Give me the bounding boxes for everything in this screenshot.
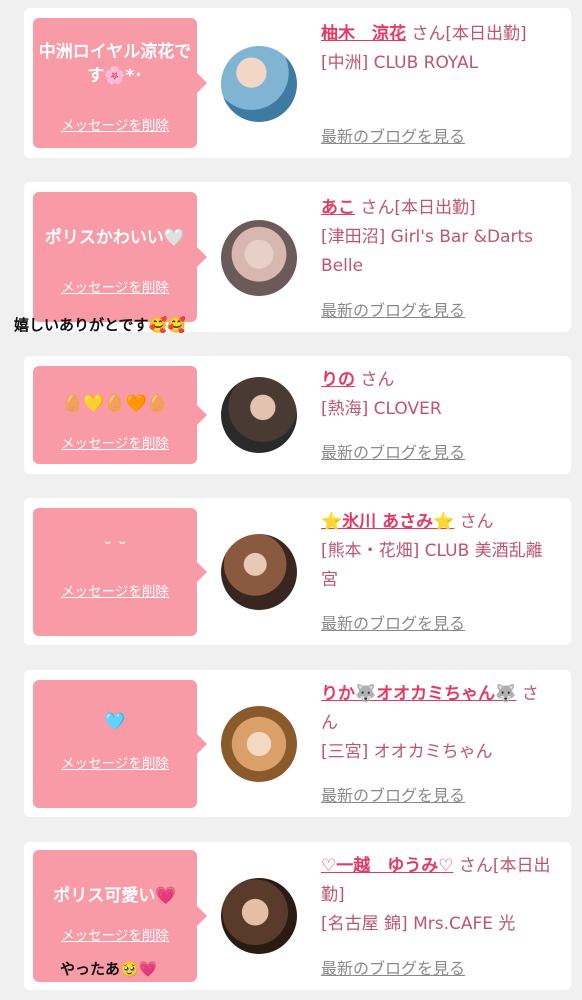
message-bubble: 中洲ロイヤル涼花です🌸*･ メッセージを削除 (33, 18, 207, 148)
delete-message-link[interactable]: メッセージを削除 (33, 114, 197, 134)
delete-message-link[interactable]: メッセージを削除 (33, 752, 197, 772)
message-text: ポリスかわいい🤍 (44, 228, 186, 248)
entry-info: 柚木 涼花 さん[本日出勤] [中洲] CLUB ROYAL (321, 20, 553, 78)
entry-info: りの さん [熱海] CLOVER (321, 366, 553, 424)
latest-blog-link[interactable]: 最新のブログを見る (321, 439, 465, 463)
shop-name: [熱海] CLOVER (321, 399, 442, 419)
delete-message-link[interactable]: メッセージを削除 (33, 276, 197, 296)
message-card: 🩵 メッセージを削除 りか🐺オオカミちゃん🐺 さん [三宮] オオカミちゃん 最… (24, 670, 571, 817)
honorific: さん (411, 24, 446, 44)
cast-name-link[interactable]: あこ (321, 198, 355, 218)
message-text: 🥚💛🥚🧡🥚 (62, 394, 168, 414)
delete-message-link[interactable]: メッセージを削除 (33, 432, 197, 452)
reply-text: やったあ🥹💗 (60, 960, 158, 978)
shop-name: [熊本・花畑] CLUB 美酒乱離宮 (321, 541, 543, 590)
reply-text: 嬉しいありがとです🥰🥰 (14, 316, 186, 334)
message-bubble: 🩵 メッセージを削除 (33, 680, 207, 808)
avatar[interactable] (221, 220, 297, 296)
avatar[interactable] (221, 46, 297, 122)
shop-name: [津田沼] Girl's Bar &Darts Belle (321, 227, 533, 276)
cast-name-link[interactable]: りの (321, 370, 355, 390)
honorific: さん (360, 198, 395, 218)
cast-name-link[interactable]: ⭐氷川 あさみ⭐ (321, 512, 454, 532)
avatar[interactable] (221, 878, 297, 954)
message-text: 中洲ロイヤル涼花です🌸*･ (38, 42, 192, 86)
cast-name-link[interactable]: ♡一越 ゆうみ♡ (321, 856, 453, 876)
entry-info: りか🐺オオカミちゃん🐺 さん [三宮] オオカミちゃん (321, 680, 553, 767)
message-text: 🩵 (104, 712, 126, 732)
latest-blog-link[interactable]: 最新のブログを見る (321, 782, 465, 806)
message-bubble: 🥚💛🥚🧡🥚 メッセージを削除 (33, 366, 207, 464)
entry-info: あこ さん[本日出勤] [津田沼] Girl's Bar &Darts Bell… (321, 194, 553, 281)
latest-blog-link[interactable]: 最新のブログを見る (321, 610, 465, 634)
avatar[interactable] (221, 377, 297, 453)
message-card: 🥚💛🥚🧡🥚 メッセージを削除 りの さん [熱海] CLOVER 最新のブログを… (24, 356, 571, 474)
entry-info: ⭐氷川 あさみ⭐ さん [熊本・花畑] CLUB 美酒乱離宮 (321, 508, 553, 595)
shop-name: [名古屋 錦] Mrs.CAFE 光 (321, 914, 516, 934)
message-card: 中洲ロイヤル涼花です🌸*･ メッセージを削除 柚木 涼花 さん[本日出勤] [中… (24, 8, 571, 158)
message-bubble: ˘ ˘ メッセージを削除 (33, 508, 207, 636)
cast-name-link[interactable]: りか🐺オオカミちゃん🐺 (321, 684, 516, 704)
avatar[interactable] (221, 706, 297, 782)
shop-name: [三宮] オオカミちゃん (321, 742, 493, 762)
work-status: [本日出勤] (394, 198, 476, 218)
entry-info: ♡一越 ゆうみ♡ さん[本日出勤] [名古屋 錦] Mrs.CAFE 光 (321, 852, 553, 939)
message-card: ˘ ˘ メッセージを削除 ⭐氷川 あさみ⭐ さん [熊本・花畑] CLUB 美酒… (24, 498, 571, 645)
message-text: ポリス可愛い💗 (53, 886, 177, 906)
latest-blog-link[interactable]: 最新のブログを見る (321, 297, 465, 321)
honorific: さん (458, 856, 493, 876)
delete-message-link[interactable]: メッセージを削除 (33, 580, 197, 600)
delete-message-link[interactable]: メッセージを削除 (33, 924, 197, 944)
message-bubble: ポリスかわいい🤍 メッセージを削除 (33, 192, 207, 322)
shop-name: [中洲] CLUB ROYAL (321, 53, 479, 73)
message-card: ポリスかわいい🤍 メッセージを削除 あこ さん[本日出勤] [津田沼] Girl… (24, 182, 571, 332)
message-text: ˘ ˘ (103, 540, 127, 560)
cast-name-link[interactable]: 柚木 涼花 (321, 24, 406, 44)
honorific: さん (360, 370, 395, 390)
latest-blog-link[interactable]: 最新のブログを見る (321, 955, 465, 979)
honorific: さん (459, 512, 494, 532)
latest-blog-link[interactable]: 最新のブログを見る (321, 123, 465, 147)
avatar[interactable] (221, 534, 297, 610)
work-status: [本日出勤] (445, 24, 527, 44)
